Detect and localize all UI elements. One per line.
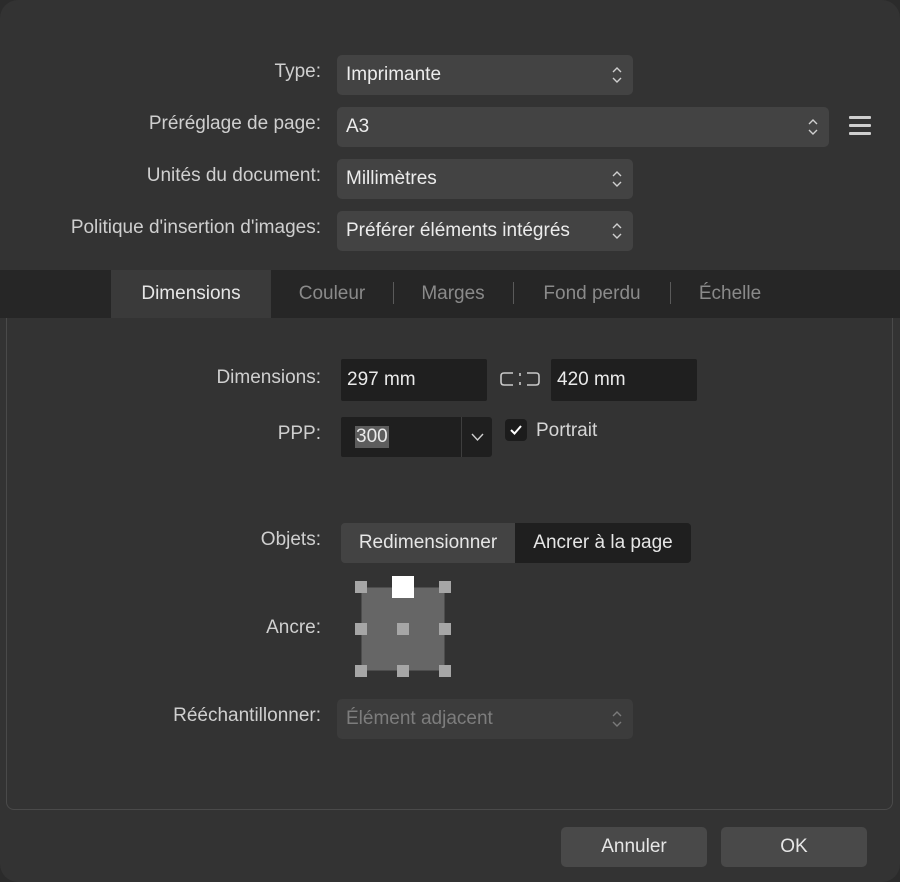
anchor-middle-left[interactable] (355, 623, 367, 635)
resample-label: Rééchantillonner: (173, 705, 321, 726)
anchor-bottom-left[interactable] (355, 665, 367, 677)
ppp-dropdown-button[interactable] (461, 417, 492, 457)
ok-button[interactable]: OK (721, 827, 867, 867)
tab-separator (393, 282, 394, 304)
tab-couleur[interactable]: Couleur (282, 270, 382, 318)
new-document-dialog: Type: Imprimante Préréglage de page: A3 … (0, 0, 900, 882)
chevron-updown-icon (808, 119, 818, 135)
anchor-label: Ancre: (266, 617, 321, 638)
resample-value: Élément adjacent (346, 708, 493, 729)
link-chain-icon[interactable] (499, 371, 541, 387)
width-field[interactable]: 297 mm (341, 359, 487, 401)
anchor-top-left[interactable] (355, 581, 367, 593)
portrait-checkbox[interactable] (505, 419, 527, 441)
chevron-down-icon (471, 433, 484, 442)
height-value: 420 mm (557, 369, 626, 390)
anchor-bottom-right[interactable] (439, 665, 451, 677)
tab-separator (513, 282, 514, 304)
portrait-label: Portrait (536, 420, 598, 441)
chevron-updown-icon (612, 67, 622, 83)
anchor-middle-right[interactable] (439, 623, 451, 635)
checkmark-icon (510, 425, 522, 435)
units-select[interactable]: Millimètres (337, 159, 633, 199)
preset-value: A3 (346, 116, 370, 137)
image-policy-value: Préférer éléments intégrés (346, 220, 570, 241)
type-value: Imprimante (346, 64, 442, 85)
tab-dimensions[interactable]: Dimensions (111, 270, 271, 318)
type-label: Type: (274, 61, 321, 82)
page-preset-select[interactable]: A3 (337, 107, 829, 147)
image-policy-label: Politique d'insertion d'images: (70, 217, 321, 238)
ppp-field[interactable]: 300 (341, 417, 461, 457)
anchor-bottom-center[interactable] (397, 665, 409, 677)
preset-menu-icon[interactable] (849, 116, 871, 138)
objects-anchor-option[interactable]: Ancrer à la page (515, 523, 691, 563)
dimensions-label: Dimensions: (216, 367, 321, 388)
chevron-updown-icon (612, 223, 622, 239)
tab-echelle[interactable]: Échelle (681, 270, 779, 318)
preset-label: Préréglage de page: (148, 113, 321, 134)
tab-bar: Dimensions Couleur Marges Fond perdu Éch… (0, 270, 900, 318)
units-label: Unités du document: (146, 165, 321, 186)
cancel-button[interactable]: Annuler (561, 827, 707, 867)
objects-label: Objets: (260, 529, 321, 550)
anchor-center[interactable] (397, 623, 409, 635)
ppp-value: 300 (355, 426, 389, 448)
width-value: 297 mm (347, 369, 416, 390)
chevron-updown-icon (612, 711, 622, 727)
height-field[interactable]: 420 mm (551, 359, 697, 401)
ppp-label: PPP: (277, 423, 321, 444)
chevron-updown-icon (612, 171, 622, 187)
units-value: Millimètres (346, 168, 437, 189)
anchor-top-right[interactable] (439, 581, 451, 593)
type-select[interactable]: Imprimante (337, 55, 633, 95)
image-policy-select[interactable]: Préférer éléments intégrés (337, 211, 633, 251)
tab-separator (670, 282, 671, 304)
tab-fond-perdu[interactable]: Fond perdu (524, 270, 660, 318)
objects-resize-option[interactable]: Redimensionner (341, 523, 515, 563)
resample-select: Élément adjacent (337, 699, 633, 739)
anchor-top-center[interactable] (392, 576, 414, 598)
tab-marges[interactable]: Marges (404, 270, 502, 318)
